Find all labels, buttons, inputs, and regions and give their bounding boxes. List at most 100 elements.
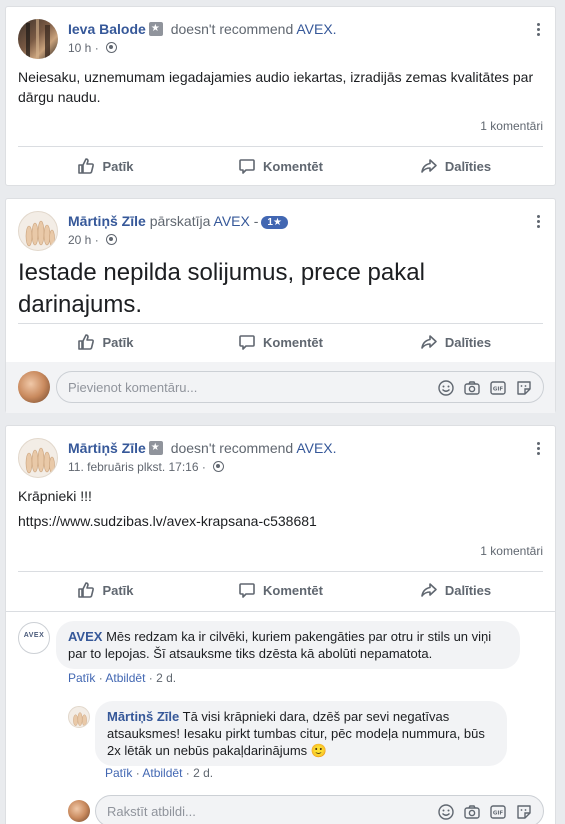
comment-icon [239, 159, 255, 174]
post-actions: Patīk Komentēt Dalīties [18, 574, 543, 606]
share-label: Dalīties [444, 158, 492, 174]
author-name[interactable]: Ieva Balode [68, 21, 146, 37]
reply-meta: Patīk · Atbildēt · 2 d. [105, 766, 214, 780]
comment-reply-link[interactable]: Atbildēt [105, 671, 145, 685]
gif-icon[interactable]: GIF [489, 379, 507, 397]
reply-input[interactable]: Rakstīt atbildi... GIF [95, 795, 544, 824]
post-author-line: Mārtiņš Zīle pārskatīja AVEX -1★ [68, 213, 288, 229]
rating-badge: 1★ [261, 216, 288, 229]
reply-time[interactable]: 2 d. [193, 766, 213, 780]
more-options-icon[interactable] [531, 21, 545, 41]
svg-text:GIF: GIF [493, 811, 504, 817]
avex-avatar[interactable]: AVEX [18, 622, 50, 654]
reply-bubble: Mārtiņš Zīle Tā visi krāpnieki dara, dzē… [95, 701, 507, 766]
post-header: Mārtiņš Zīle pārskatīja AVEX -1★ 20 h · [6, 199, 555, 259]
post-text: Krāpnieki !!! [18, 488, 92, 504]
like-button[interactable]: Patīk [18, 150, 193, 182]
star-icon [148, 22, 163, 36]
comment-label: Komentēt [263, 334, 323, 350]
svg-text:GIF: GIF [493, 387, 504, 393]
composer-icons: GIF [437, 379, 533, 397]
post-url-link[interactable]: https://www.sudzibas.lv/avex-krapsana-c5… [18, 511, 317, 531]
reply-avatar[interactable] [68, 706, 90, 728]
page-link[interactable]: AVEX. [296, 440, 336, 456]
comment-icon [239, 335, 255, 350]
post-header: Ieva Balode doesn't recommend AVEX. 10 h… [6, 7, 555, 67]
globe-icon [106, 234, 118, 245]
post-action: doesn't recommend [170, 21, 294, 37]
camera-icon[interactable] [463, 379, 481, 397]
post-timestamp[interactable]: 11. februāris plkst. 17:16 · [68, 460, 225, 474]
reply-like-link[interactable]: Patīk [105, 766, 132, 780]
comment-label: Komentēt [263, 582, 323, 598]
divider [18, 146, 543, 147]
post-timestamp[interactable]: 20 h · [68, 233, 118, 247]
divider [18, 571, 543, 572]
thumbs-up-icon [78, 158, 95, 174]
timestamp-text[interactable]: 20 h [68, 233, 91, 247]
emoji-icon[interactable] [437, 803, 455, 821]
divider [18, 323, 543, 324]
page-link[interactable]: AVEX [214, 213, 250, 229]
divider [6, 611, 555, 612]
post-author-line: Ieva Balode doesn't recommend AVEX. [68, 21, 337, 37]
thumbs-up-icon [78, 334, 95, 350]
thumbs-up-icon [78, 582, 95, 598]
post-text: Neiesaku, uznemumam iegadajamies audio i… [18, 69, 534, 105]
comment-composer: Pievienot komentāru... GIF [6, 362, 555, 413]
share-icon [421, 159, 437, 173]
emoji-icon[interactable] [437, 379, 455, 397]
star-icon [148, 441, 163, 455]
avex-logo: AVEX [23, 632, 45, 639]
post-action: pārskatīja [149, 213, 211, 229]
share-button[interactable]: Dalīties [368, 326, 543, 358]
post-action: doesn't recommend [170, 440, 294, 456]
share-label: Dalīties [444, 582, 492, 598]
avatar[interactable] [18, 19, 58, 59]
comment-label: Komentēt [263, 158, 323, 174]
sticker-icon[interactable] [515, 803, 533, 821]
sticker-icon[interactable] [515, 379, 533, 397]
share-button[interactable]: Dalīties [368, 574, 543, 606]
comment-input[interactable]: Pievienot komentāru... GIF [56, 371, 544, 403]
post-timestamp[interactable]: 10 h · [68, 41, 118, 55]
post-card: Mārtiņš Zīle pārskatīja AVEX -1★ 20 h · … [5, 198, 556, 413]
share-icon [421, 583, 437, 597]
share-icon [421, 335, 437, 349]
more-options-icon[interactable] [531, 440, 545, 460]
camera-icon[interactable] [463, 803, 481, 821]
avatar[interactable] [18, 211, 58, 251]
timestamp-text[interactable]: 10 h [68, 41, 91, 55]
comment-meta: Patīk · Atbildēt · 2 d. [68, 671, 177, 685]
author-name[interactable]: Mārtiņš Zīle [68, 213, 146, 229]
post-card: Mārtiņš Zīle doesn't recommend AVEX. 11.… [5, 425, 556, 824]
comments-count[interactable]: 1 komentāri [480, 544, 543, 558]
like-button[interactable]: Patīk [18, 574, 193, 606]
share-button[interactable]: Dalīties [368, 150, 543, 182]
avatar[interactable] [18, 438, 58, 478]
my-avatar [68, 800, 90, 822]
timestamp-text[interactable]: 11. februāris plkst. 17:16 [68, 460, 199, 474]
comment-time[interactable]: 2 d. [156, 671, 176, 685]
author-name[interactable]: Mārtiņš Zīle [68, 440, 146, 456]
post-text: Iestade nepilda solijumus, prece pakal d… [18, 259, 425, 318]
page-link[interactable]: AVEX. [296, 21, 336, 37]
like-label: Patīk [102, 158, 134, 174]
like-button[interactable]: Patīk [18, 326, 193, 358]
composer-icons: GIF [437, 803, 533, 821]
reply-author[interactable]: Mārtiņš Zīle [107, 709, 179, 724]
smile-emoji: 🙂 [310, 743, 327, 758]
comment-button[interactable]: Komentēt [193, 574, 368, 606]
comment-button[interactable]: Komentēt [193, 150, 368, 182]
like-label: Patīk [102, 334, 134, 350]
comments-count[interactable]: 1 komentāri [480, 119, 543, 133]
gif-icon[interactable]: GIF [489, 803, 507, 821]
comment-button[interactable]: Komentēt [193, 326, 368, 358]
comment-text: Mēs redzam ka ir cilvēki, kuriem pakengā… [68, 629, 492, 661]
reply-reply-link[interactable]: Atbildēt [142, 766, 182, 780]
post-author-line: Mārtiņš Zīle doesn't recommend AVEX. [68, 440, 337, 456]
comment-like-link[interactable]: Patīk [68, 671, 95, 685]
comment-author[interactable]: AVEX [68, 629, 102, 644]
post-header: Mārtiņš Zīle doesn't recommend AVEX. 11.… [6, 426, 555, 486]
more-options-icon[interactable] [531, 213, 545, 233]
